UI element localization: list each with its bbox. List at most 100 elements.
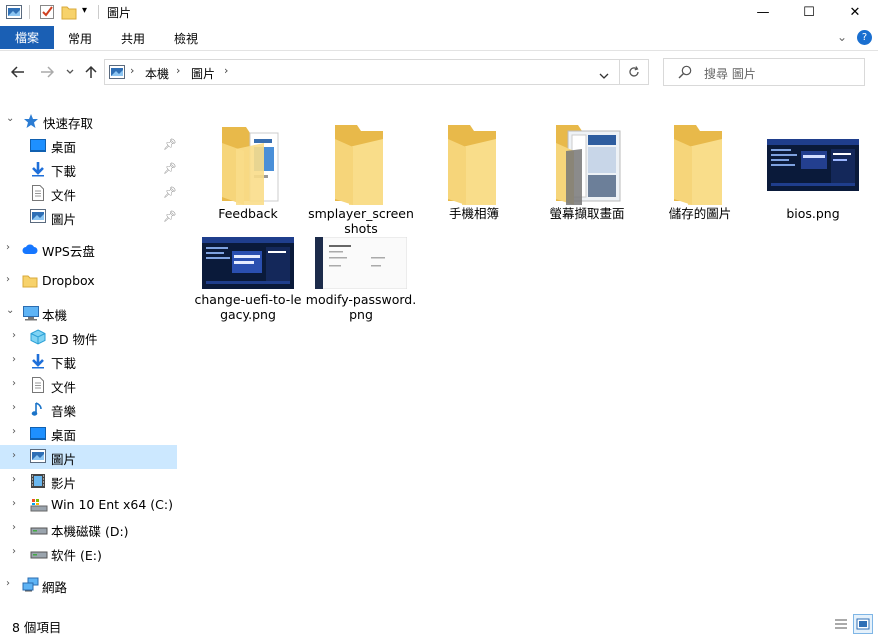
sidebar-item-wps[interactable]: › WPS云盘 (0, 237, 177, 261)
sidebar-item-label: 圖片 (51, 212, 77, 227)
breadcrumb-pictures[interactable]: 圖片 (191, 65, 215, 82)
file-item-screenshots[interactable]: 螢幕擷取畫面 (531, 109, 643, 239)
forward-icon[interactable] (37, 62, 57, 82)
cloud-icon (22, 241, 38, 257)
sidebar-item-network[interactable]: › 網路 (0, 573, 177, 597)
sidebar-item-label: 網路 (42, 580, 68, 595)
sidebar-item-music[interactable]: › 音樂 (0, 397, 177, 421)
system-drive-icon (30, 497, 48, 513)
sidebar-item-label: 文件 (51, 380, 77, 395)
ribbon-divider (0, 50, 878, 51)
file-item-saved-pictures[interactable]: 儲存的圖片 (644, 109, 756, 239)
sidebar-item-pictures[interactable]: › 圖片 (0, 445, 177, 469)
download-icon (30, 161, 46, 177)
chevron-right-icon[interactable]: › (6, 242, 16, 254)
chevron-right-icon[interactable]: › (12, 330, 22, 342)
file-name: bios.png (786, 206, 840, 221)
refresh-button[interactable] (620, 59, 649, 85)
pictures-icon (30, 209, 46, 225)
search-icon (678, 65, 692, 82)
maximize-button[interactable]: ☐ (786, 0, 832, 24)
details-view-icon[interactable] (831, 614, 851, 634)
network-icon (22, 577, 39, 593)
chevron-right-icon[interactable]: › (12, 402, 22, 414)
file-item-phone-album[interactable]: 手機相簿 (418, 109, 530, 239)
file-name: modify-password.png (305, 292, 417, 322)
address-dropdown-icon[interactable] (599, 68, 609, 82)
up-icon[interactable] (82, 62, 100, 82)
tab-file[interactable]: 檔案 (0, 26, 54, 49)
folder-icon (418, 109, 530, 205)
help-icon[interactable]: ? (857, 30, 872, 45)
minimize-button[interactable]: — (740, 0, 786, 24)
drive-icon (30, 521, 48, 537)
sidebar-item-downloads[interactable]: 下載 📌︎ (0, 157, 177, 181)
large-icons-view-icon[interactable] (853, 614, 873, 634)
pin-icon[interactable]: 📌︎ (163, 186, 177, 199)
file-item-change-uefi-png[interactable]: change-uefi-to-legacy.png (192, 235, 304, 330)
sidebar-item-downloads-pc[interactable]: › 下載 (0, 349, 177, 373)
back-icon[interactable] (8, 62, 28, 82)
chevron-right-icon[interactable]: › (12, 474, 22, 486)
chevron-down-icon[interactable]: ⌄ (6, 305, 16, 317)
chevron-right-icon[interactable]: › (6, 578, 16, 590)
breadcrumb-chevron-icon[interactable]: › (176, 64, 180, 77)
sidebar-item-label: 影片 (51, 476, 77, 491)
chevron-right-icon[interactable]: › (12, 546, 22, 558)
sidebar-item-videos[interactable]: › 影片 (0, 469, 177, 493)
tab-view[interactable]: 檢視 (174, 30, 198, 47)
file-item-feedback[interactable]: Feedback (192, 109, 304, 239)
image-thumbnail (305, 235, 417, 289)
sidebar-item-documents-pc[interactable]: › 文件 (0, 373, 177, 397)
pin-icon[interactable]: 📌︎ (163, 210, 177, 223)
chevron-right-icon[interactable]: › (12, 522, 22, 534)
sidebar-item-drive-d[interactable]: › 本機磁碟 (D:) (0, 517, 177, 541)
recent-locations-icon[interactable] (63, 62, 77, 82)
chevron-right-icon[interactable]: › (6, 274, 16, 286)
properties-icon[interactable] (39, 3, 55, 23)
sidebar-item-pictures-quick[interactable]: 圖片 📌︎ (0, 205, 177, 229)
close-button[interactable]: ✕ (832, 0, 878, 24)
file-name: 手機相簿 (448, 206, 499, 221)
breadcrumb-chevron-icon[interactable]: › (224, 64, 228, 77)
new-folder-icon[interactable] (61, 4, 77, 23)
file-item-bios-png[interactable]: bios.png (757, 109, 869, 239)
sidebar-item-3d-objects[interactable]: › 3D 物件 (0, 325, 177, 349)
chevron-right-icon[interactable]: › (12, 426, 22, 438)
sidebar-item-dropbox[interactable]: › Dropbox (0, 269, 177, 293)
sidebar-item-desktop[interactable]: 桌面 📌︎ (0, 133, 177, 157)
chevron-right-icon[interactable]: › (12, 498, 22, 510)
file-item-smplayer-screenshots[interactable]: smplayer_screenshots (305, 109, 417, 239)
refresh-icon (629, 66, 639, 77)
computer-icon (22, 305, 39, 321)
pin-icon[interactable]: 📌︎ (163, 138, 177, 151)
chevron-down-icon[interactable]: ⌄ (6, 113, 16, 125)
window-icon[interactable] (6, 5, 22, 22)
folder-icon (22, 273, 38, 289)
pictures-icon (30, 449, 46, 465)
file-item-modify-password-png[interactable]: modify-password.png (305, 235, 417, 330)
sidebar-item-label: 桌面 (51, 428, 77, 443)
document-icon (30, 377, 46, 393)
breadcrumb-this-pc[interactable]: 本機 (145, 65, 169, 82)
sidebar-item-documents[interactable]: 文件 📌︎ (0, 181, 177, 205)
sidebar-item-desktop-pc[interactable]: › 桌面 (0, 421, 177, 445)
window-title: 圖片 (107, 6, 132, 20)
tab-home[interactable]: 常用 (68, 30, 92, 47)
chevron-right-icon[interactable]: › (12, 450, 22, 462)
address-bar[interactable]: › 本機 › 圖片 › (104, 59, 620, 85)
sidebar-item-quick-access[interactable]: ⌄ 快速存取 (0, 109, 177, 133)
customize-toolbar-icon[interactable]: ▾ (82, 5, 87, 16)
status-item-count: 8 個項目 (12, 620, 62, 635)
chevron-right-icon[interactable]: › (12, 354, 22, 366)
sidebar-item-drive-c[interactable]: › Win 10 Ent x64 (C:) (0, 493, 177, 517)
sidebar-item-drive-e[interactable]: › 软件 (E:) (0, 541, 177, 565)
search-input[interactable]: 搜尋 圖片 (663, 58, 865, 86)
tab-share[interactable]: 共用 (121, 30, 145, 47)
pin-icon[interactable]: 📌︎ (163, 162, 177, 175)
sidebar-item-this-pc[interactable]: ⌄ 本機 (0, 301, 177, 325)
chevron-right-icon[interactable]: › (12, 378, 22, 390)
folder-icon (192, 109, 304, 205)
ribbon-expand-icon[interactable]: ⌄ (837, 30, 847, 44)
breadcrumb-chevron-icon[interactable]: › (130, 64, 134, 77)
